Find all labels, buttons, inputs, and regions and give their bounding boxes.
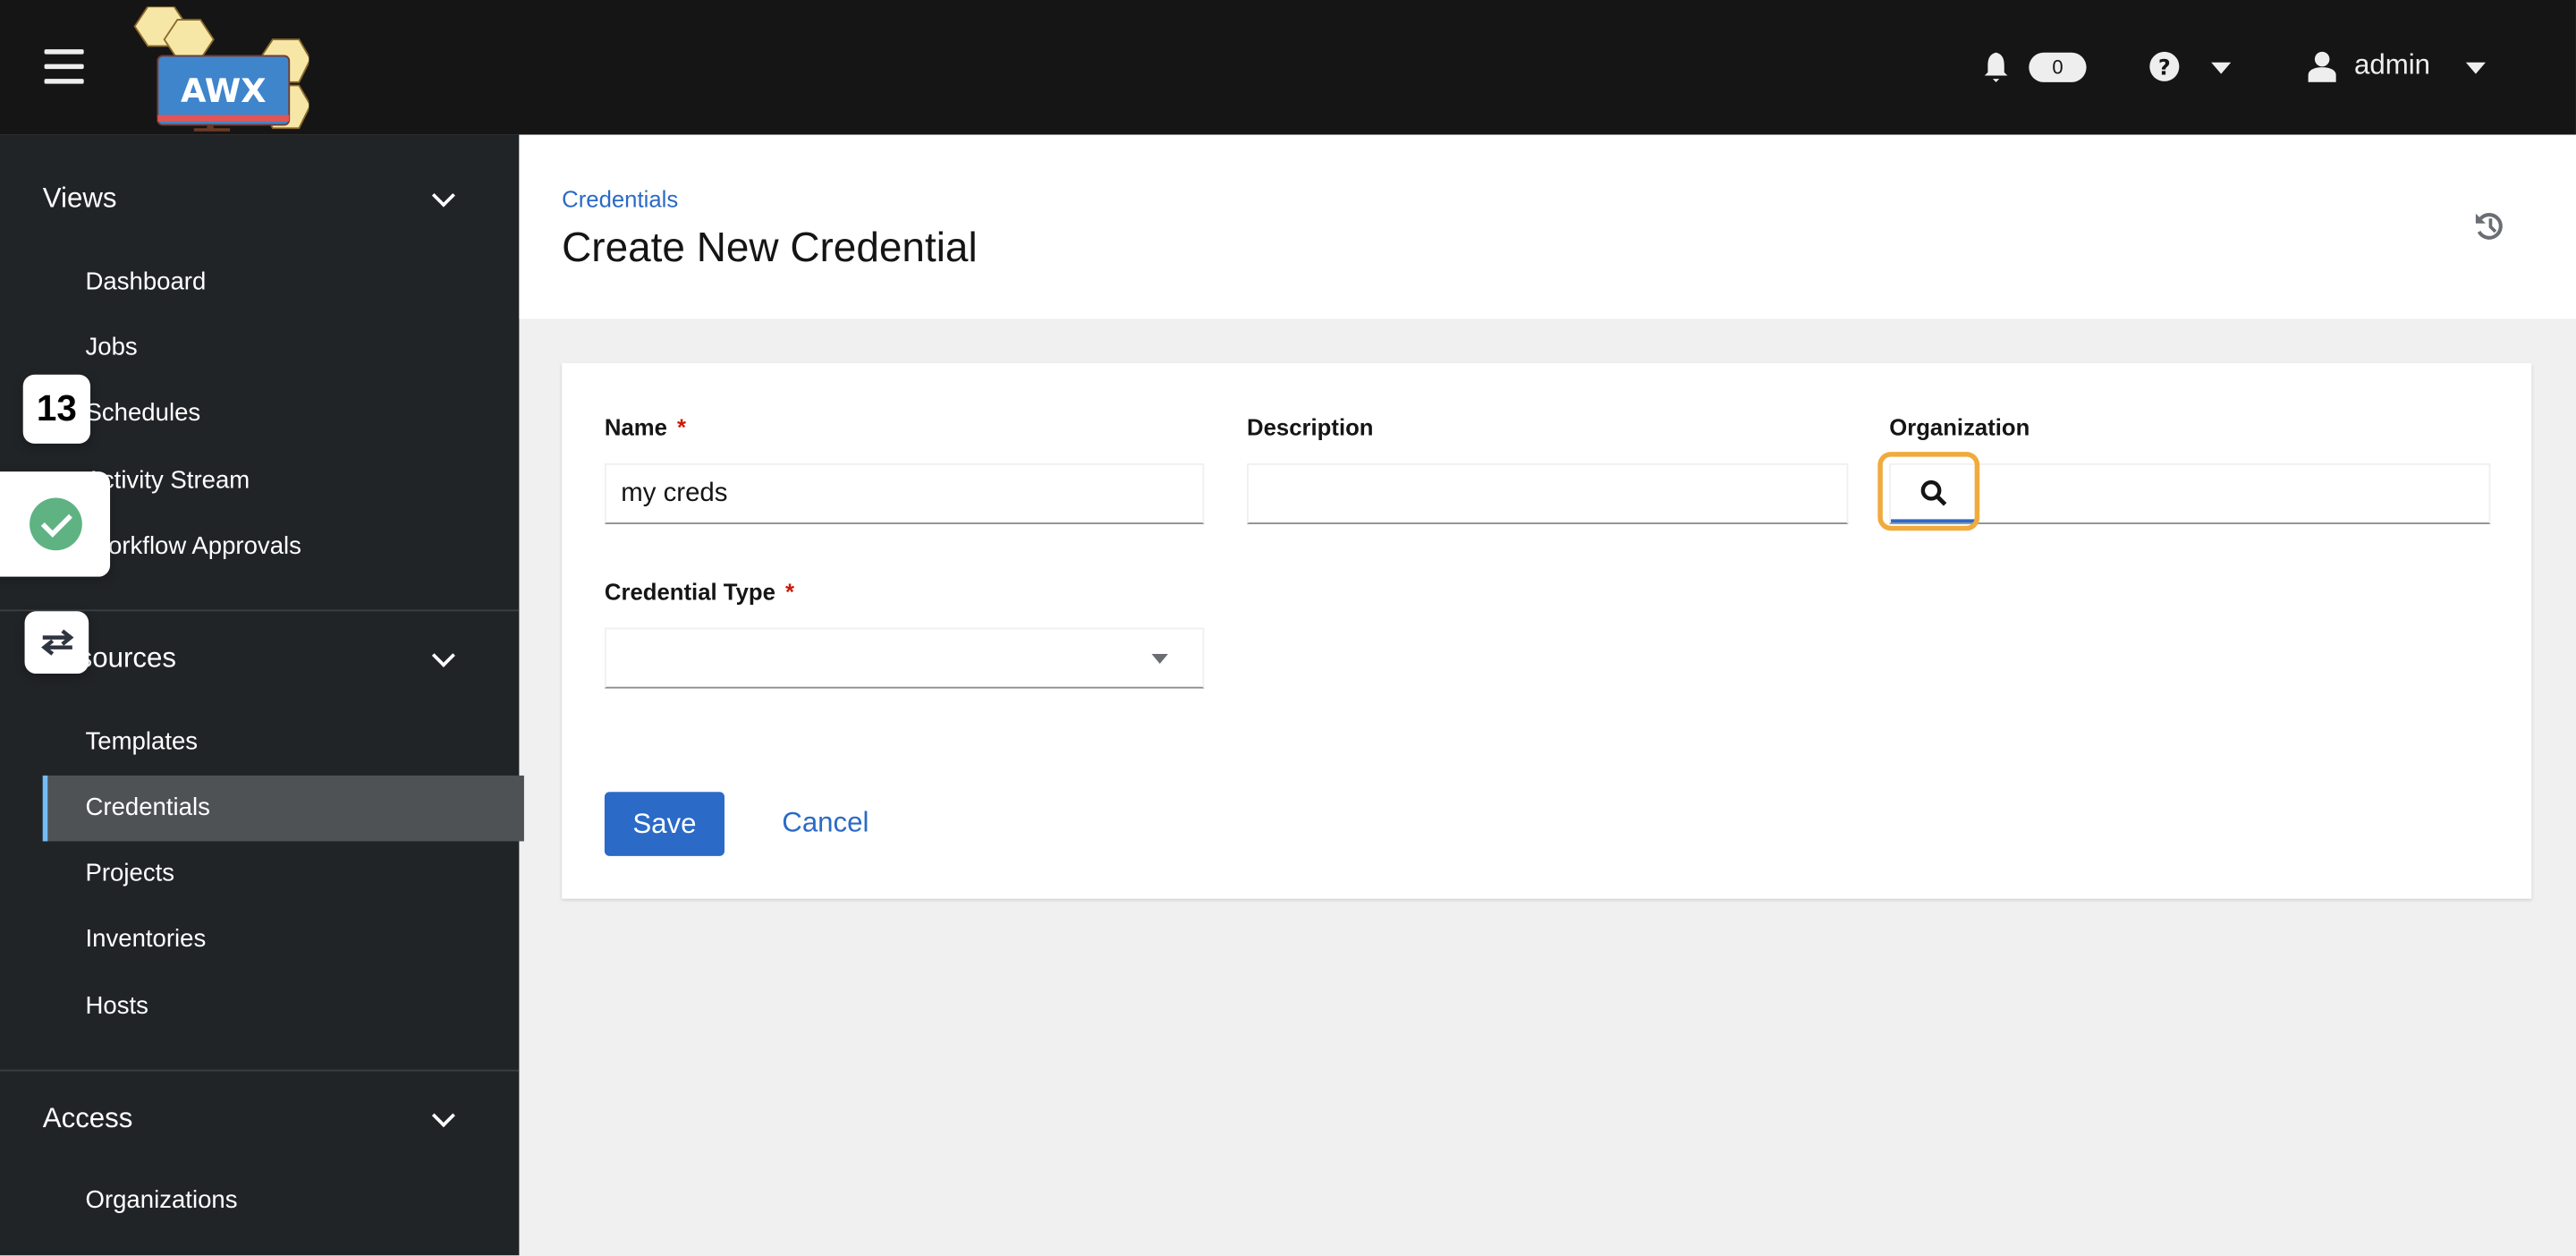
- counter-overlay: 13: [22, 374, 91, 444]
- save-button[interactable]: Save: [604, 792, 724, 856]
- page-header: Credentials Create New Credential: [519, 134, 2576, 319]
- chevron-down-icon[interactable]: [431, 1104, 455, 1128]
- description-label: Description: [1247, 413, 1374, 441]
- sidebar-item-dashboard[interactable]: Dashboard: [0, 250, 519, 315]
- hamburger-menu-icon[interactable]: [44, 49, 84, 85]
- success-overlay: [0, 471, 111, 577]
- sidebar-nav: Views Dashboard Jobs Schedules Activity …: [0, 134, 524, 1256]
- awx-logo[interactable]: AWX: [128, 6, 309, 132]
- bell-icon[interactable]: [1981, 51, 2011, 84]
- sidebar-item-hosts[interactable]: Hosts: [0, 974, 519, 1040]
- chevron-down-icon[interactable]: [431, 643, 455, 667]
- swap-overlay[interactable]: [24, 611, 89, 675]
- user-dropdown-caret-icon[interactable]: [2465, 62, 2486, 74]
- sidebar-item-organizations[interactable]: Organizations: [0, 1168, 519, 1234]
- caret-down-icon[interactable]: [1151, 654, 1168, 665]
- name-input[interactable]: my creds: [604, 463, 1205, 524]
- sidebar-item-inventories[interactable]: Inventories: [0, 907, 519, 972]
- swap-arrows-icon: [41, 629, 74, 656]
- credential-type-label: Credential Type *: [604, 578, 794, 605]
- help-dropdown-caret-icon[interactable]: [2211, 62, 2232, 74]
- sidebar-item-credentials[interactable]: Credentials: [42, 775, 524, 842]
- description-input[interactable]: [1247, 463, 1849, 524]
- top-bar: AWX 0 ? admin: [0, 0, 2576, 135]
- divider: [0, 1069, 520, 1072]
- page-title: Create New Credential: [562, 225, 978, 272]
- cancel-button[interactable]: Cancel: [782, 807, 869, 840]
- svg-text:AWX: AWX: [181, 72, 267, 110]
- svg-text:?: ?: [2158, 55, 2171, 81]
- focus-highlight: [1877, 452, 1980, 531]
- nav-group-access[interactable]: Access: [43, 1102, 133, 1135]
- history-icon[interactable]: [2474, 210, 2505, 242]
- sidebar-item-templates[interactable]: Templates: [0, 709, 519, 775]
- nav-group-views[interactable]: Views: [43, 182, 117, 216]
- sidebar-item-projects[interactable]: Projects: [0, 841, 519, 906]
- user-icon[interactable]: [2308, 51, 2336, 82]
- help-icon[interactable]: ?: [2148, 51, 2180, 82]
- name-label: Name *: [604, 413, 686, 441]
- user-menu-label[interactable]: admin: [2354, 49, 2430, 82]
- notification-count-badge[interactable]: 0: [2029, 52, 2087, 82]
- chevron-down-icon[interactable]: [431, 183, 455, 208]
- organization-label: Organization: [1889, 413, 2030, 441]
- sidebar-item-jobs[interactable]: Jobs: [0, 316, 519, 381]
- credential-type-select[interactable]: [604, 627, 1205, 689]
- check-circle-icon: [30, 497, 82, 551]
- breadcrumb-credentials[interactable]: Credentials: [562, 186, 678, 212]
